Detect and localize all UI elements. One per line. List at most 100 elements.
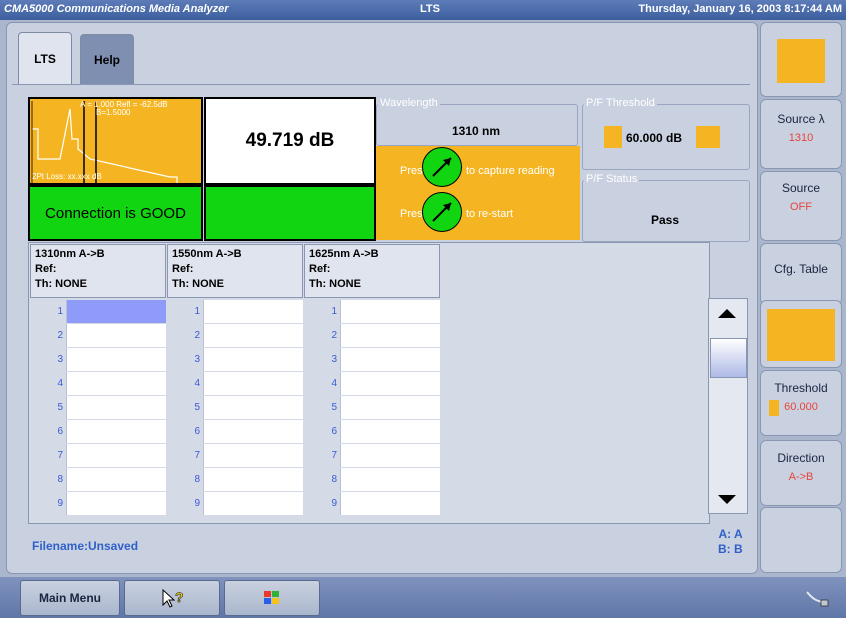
main-menu-button[interactable]: Main Menu [20,580,120,616]
cfg-table-button[interactable]: Cfg. Table [760,243,842,305]
column-title: 1310nm A->B [35,248,105,260]
table-cell[interactable] [340,396,440,419]
row-number: 6 [304,420,340,443]
column-header-1310[interactable]: 1310nm A->B Ref: Th: NONE [30,244,166,298]
table-row[interactable]: 3 [167,348,303,372]
table-row[interactable]: 6 [30,420,166,444]
table-cell[interactable] [340,492,440,515]
table-row[interactable]: 1 [167,300,303,324]
scroll-down-icon[interactable] [716,492,738,511]
tab-lts[interactable]: LTS [18,32,72,85]
table-cell[interactable] [203,300,303,323]
ab-legend: A: A B: B [718,527,743,557]
scroll-thumb[interactable] [710,338,747,378]
direction-label: Direction [777,451,825,465]
connection-status: Connection is GOOD [28,185,203,241]
row-number: 8 [167,468,203,491]
table-row[interactable]: 2 [167,324,303,348]
threshold-marker-left [604,126,622,148]
table-row[interactable]: 4 [304,372,440,396]
table-cell[interactable] [340,444,440,467]
table-cell[interactable] [340,348,440,371]
scroll-up-icon[interactable] [716,306,738,325]
table-row[interactable]: 4 [167,372,303,396]
table-row[interactable]: 1 [304,300,440,324]
table-cell[interactable] [203,444,303,467]
column-ref: Ref: [172,263,194,275]
column-title: 1625nm A->B [309,248,379,260]
table-cell[interactable] [203,372,303,395]
table-row[interactable]: 6 [304,420,440,444]
row-number: 9 [304,492,340,515]
svg-text:?: ? [175,589,184,605]
table-row[interactable]: 7 [304,444,440,468]
table-row[interactable]: 2 [304,324,440,348]
table-cell[interactable] [66,444,166,467]
table-row[interactable]: 5 [167,396,303,420]
table-row[interactable]: 6 [167,420,303,444]
threshold-button[interactable]: Threshold 60.000 [760,370,842,436]
softkey-top[interactable] [760,22,842,97]
table-row[interactable]: 7 [167,444,303,468]
table-cell[interactable] [203,324,303,347]
table-cell[interactable] [340,468,440,491]
table-row[interactable]: 8 [304,468,440,492]
table-row[interactable]: 8 [167,468,303,492]
table-cell[interactable] [66,372,166,395]
table-row[interactable]: 7 [30,444,166,468]
table-row[interactable]: 5 [30,396,166,420]
capture-button[interactable] [422,147,462,187]
column-header-1625[interactable]: 1625nm A->B Ref: Th: NONE [304,244,440,298]
softkey-indicator-2[interactable] [760,300,842,368]
table-cell[interactable] [66,492,166,515]
restart-button[interactable] [422,192,462,232]
table-cell[interactable] [203,396,303,419]
table-cell[interactable] [340,420,440,443]
source-button[interactable]: Source OFF [760,171,842,241]
windows-button[interactable] [224,580,320,616]
table-row[interactable]: 2 [30,324,166,348]
table-row[interactable]: 9 [30,492,166,516]
table-cell[interactable] [340,324,440,347]
table-row[interactable]: 9 [167,492,303,516]
table-cell[interactable] [66,324,166,347]
table-cell[interactable] [66,300,166,323]
direction-button[interactable]: Direction A->B [760,440,842,506]
table-cell[interactable] [203,492,303,515]
help-pointer-button[interactable]: ? [124,580,220,616]
table-row[interactable]: 9 [304,492,440,516]
row-number: 9 [167,492,203,515]
tab-help[interactable]: Help [80,34,134,85]
table-cell[interactable] [203,468,303,491]
table-row[interactable]: 5 [304,396,440,420]
threshold-value-wrap: 60.000 [761,400,841,416]
table-cell[interactable] [66,348,166,371]
row-number: 5 [30,396,66,419]
trace-loss-label: 2Pt Loss: xx.xxx dB [32,172,102,181]
table-row[interactable]: 8 [30,468,166,492]
cfg-table-label: Cfg. Table [774,262,828,276]
table-cell[interactable] [203,348,303,371]
table-cell[interactable] [340,372,440,395]
filename-label: Filename:Unsaved [32,539,139,553]
table-cell[interactable] [66,420,166,443]
softkey-bottom[interactable] [760,507,842,573]
column-header-1550[interactable]: 1550nm A->B Ref: Th: NONE [167,244,303,298]
row-number: 6 [167,420,203,443]
threshold-marker-right [696,126,720,148]
table-cell[interactable] [340,300,440,323]
source-lambda-button[interactable]: Source λ 1310 [760,99,842,169]
wavelength-value: 1310 nm [451,124,501,138]
table-scrollbar[interactable] [708,298,748,514]
table-cell[interactable] [66,468,166,491]
table-row[interactable]: 3 [30,348,166,372]
table-cell[interactable] [203,420,303,443]
row-number: 6 [30,420,66,443]
table-row[interactable]: 3 [304,348,440,372]
table-row[interactable]: 1 [30,300,166,324]
table-row[interactable]: 4 [30,372,166,396]
table-cell[interactable] [66,396,166,419]
row-number: 3 [167,348,203,371]
threshold-value-marker [769,400,779,416]
mode-title: LTS [420,3,440,15]
